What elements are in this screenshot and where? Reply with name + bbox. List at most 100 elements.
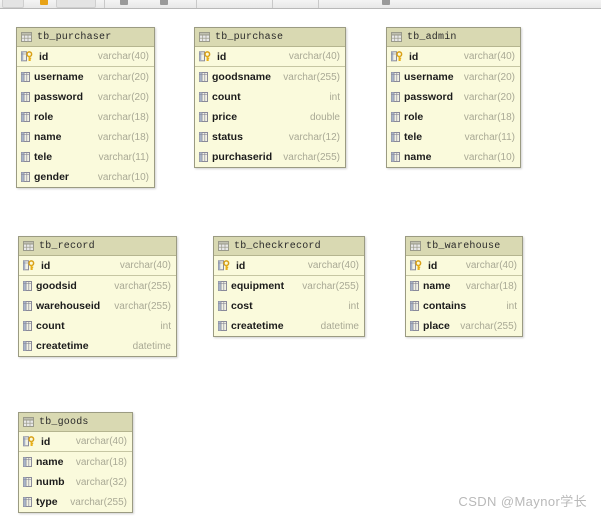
column-row[interactable]: tele varchar(11) [17,147,154,167]
table-name-label: tb_checkrecord [234,240,321,252]
table-header[interactable]: tb_record [19,237,176,256]
column-row[interactable]: password varchar(20) [387,87,520,107]
primary-key-row[interactable]: id varchar(40) [195,47,345,67]
column-icon [199,112,208,122]
er-diagram-canvas[interactable]: tb_purchaser id varchar(40) username varchar… [0,9,601,521]
primary-key-icon [391,51,405,62]
column-name-label: id [217,50,227,63]
toolbar-separator-4 [318,0,319,8]
column-name-label: username [34,71,84,83]
column-row[interactable]: contains int [406,296,522,316]
application-toolbar[interactable] [0,0,601,9]
column-row[interactable]: password varchar(20) [17,87,154,107]
primary-key-row[interactable]: id varchar(40) [406,256,522,276]
primary-key-icon [410,260,424,271]
table-box[interactable]: tb_admin id varchar(40) username varchar(20)… [386,27,521,168]
column-list: id varchar(40) goodsid varchar(255) warehous… [19,256,176,356]
column-row[interactable]: numb varchar(32) [19,472,132,492]
table-name-label: tb_record [39,240,95,252]
toolbar-button-open[interactable] [56,0,96,8]
column-row[interactable]: createtime datetime [19,336,176,356]
column-type-label: varchar(18) [97,131,149,143]
primary-key-row[interactable]: id varchar(40) [387,47,520,67]
primary-key-icon [23,436,37,447]
column-icon [23,341,32,351]
primary-key-row[interactable]: id varchar(40) [17,47,154,67]
column-row[interactable]: count int [19,316,176,336]
column-row[interactable]: place varchar(255) [406,316,522,336]
table-box[interactable]: tb_record id varchar(40) goodsid varchar(255… [18,236,177,357]
table-icon [218,241,229,251]
column-name-label: id [428,259,438,272]
column-row[interactable]: name varchar(18) [17,127,154,147]
column-row[interactable]: goodsname varchar(255) [195,67,345,87]
table-header[interactable]: tb_warehouse [406,237,522,256]
primary-key-icon [23,260,37,271]
column-row[interactable]: count int [195,87,345,107]
column-row[interactable]: type varchar(255) [19,492,132,512]
primary-key-icon [199,51,213,62]
column-row[interactable]: status varchar(12) [195,127,345,147]
column-name-label: count [36,320,65,332]
column-icon [23,457,32,467]
table-header[interactable]: tb_checkrecord [214,237,364,256]
column-name-label: numb [36,476,65,488]
column-row[interactable]: role varchar(18) [387,107,520,127]
table-box[interactable]: tb_goods id varchar(40) name varchar(18) numb… [18,412,133,513]
column-icon [23,497,32,507]
column-row[interactable]: cost int [214,296,364,316]
table-name-label: tb_admin [407,31,457,43]
table-header[interactable]: tb_admin [387,28,520,47]
table-icon [391,32,402,42]
column-type-label: varchar(18) [97,111,149,123]
column-row[interactable]: equipment varchar(255) [214,276,364,296]
column-row[interactable]: username varchar(20) [387,67,520,87]
primary-key-row[interactable]: id varchar(40) [19,432,132,452]
toolbar-separator-2 [196,0,197,8]
table-box[interactable]: tb_purchaser id varchar(40) username varchar… [16,27,155,188]
column-name-label: username [404,71,454,83]
table-header[interactable]: tb_purchase [195,28,345,47]
primary-key-row[interactable]: id varchar(40) [214,256,364,276]
column-row[interactable]: warehouseid varchar(255) [19,296,176,316]
column-row[interactable]: createtime datetime [214,316,364,336]
primary-key-row[interactable]: id varchar(40) [19,256,176,276]
column-row[interactable]: name varchar(18) [406,276,522,296]
table-header[interactable]: tb_goods [19,413,132,432]
column-row[interactable]: name varchar(10) [387,147,520,167]
column-list: id varchar(40) equipment varchar(255) cost in… [214,256,364,336]
column-name-label: id [409,50,419,63]
column-row[interactable]: name varchar(18) [19,452,132,472]
column-type-label: varchar(10) [97,171,149,183]
column-row[interactable]: tele varchar(11) [387,127,520,147]
toolbar-button-new[interactable] [2,0,24,8]
table-box[interactable]: tb_checkrecord id varchar(40) equipment varc… [213,236,365,337]
csdn-watermark: CSDN @Maynor学长 [458,494,587,509]
column-name-label: name [36,456,64,468]
column-row[interactable]: gender varchar(10) [17,167,154,187]
table-icon [199,32,210,42]
column-name-label: contains [423,300,467,312]
column-icon [23,281,32,291]
column-type-label: varchar(18) [463,111,515,123]
column-icon [391,112,400,122]
column-icon [23,321,32,331]
column-type-label: datetime [132,340,171,352]
table-header[interactable]: tb_purchaser [17,28,154,47]
column-icon [391,152,400,162]
column-icon [410,321,419,331]
column-name-label: place [423,320,450,332]
table-box[interactable]: tb_warehouse id varchar(40) name varchar(18)… [405,236,523,337]
undo-icon [120,0,128,5]
column-row[interactable]: username varchar(20) [17,67,154,87]
column-row[interactable]: price double [195,107,345,127]
column-type-label: varchar(40) [307,260,359,271]
table-name-label: tb_purchase [215,31,284,43]
column-icon [21,112,30,122]
column-row[interactable]: purchaserid varchar(255) [195,147,345,167]
column-row[interactable]: role varchar(18) [17,107,154,127]
table-box[interactable]: tb_purchase id varchar(40) goodsname varchar… [194,27,346,168]
column-type-label: varchar(18) [75,456,127,468]
column-type-label: varchar(20) [463,91,515,103]
column-row[interactable]: goodsid varchar(255) [19,276,176,296]
